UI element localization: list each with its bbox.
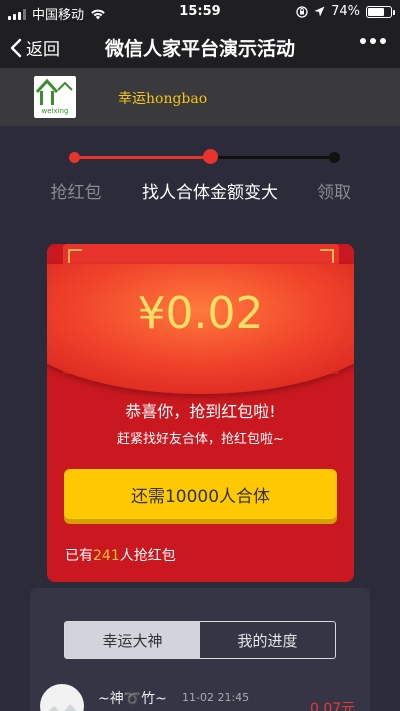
brand-logo: weixing: [34, 76, 76, 118]
step-dot-1: [69, 152, 80, 163]
entry-name: ~神➰竹~: [98, 691, 167, 707]
step-line-todo: [210, 156, 334, 159]
step-dot-2: [203, 149, 218, 164]
orientation-lock-icon: [296, 5, 308, 18]
join-button[interactable]: 还需10000人合体: [64, 469, 337, 519]
battery-icon: [366, 5, 395, 18]
step-dot-3: [329, 152, 340, 163]
participant-count: 已有241人抢红包: [65, 545, 176, 565]
red-packet: ¥0.02 恭喜你，抢到红包啦! 赶紧找好友合体，抢红包啦~ 还需10000人合…: [47, 244, 354, 582]
avatar: [40, 684, 84, 711]
more-dots-icon: [360, 38, 366, 44]
step-label-1: 抢红包: [50, 183, 102, 203]
battery-percent: 74%: [331, 4, 360, 19]
tab-lucky-gods[interactable]: 幸运大神: [65, 622, 200, 658]
invite-prompt: 赶紧找好友合体，抢红包啦~: [117, 432, 284, 447]
nav-bar: 返回 微信人家平台演示活动: [0, 24, 400, 68]
avatar-image-icon: [49, 704, 77, 711]
ranking-tabs: 幸运大神 我的进度: [64, 621, 336, 659]
page-title: 微信人家平台演示活动: [104, 38, 295, 60]
corner-ornament: [68, 249, 82, 263]
count-value: 241: [93, 548, 120, 564]
progress-steps: 抢红包 找人合体金额变大 领取: [0, 126, 400, 216]
entry-time: 11-02 21:45: [182, 691, 250, 704]
tab-my-progress[interactable]: 我的进度: [200, 622, 335, 658]
brand-name: 幸运hongbao: [118, 91, 208, 107]
amount-value: ¥0.02: [137, 288, 264, 339]
brand-banner: weixing 幸运hongbao: [0, 68, 400, 126]
count-prefix: 已有: [65, 548, 93, 564]
location-arrow-icon: [314, 6, 325, 17]
step-label-3: 领取: [317, 183, 351, 203]
ranking-panel: 幸运大神 我的进度 ~神➰竹~ 11-02 21:45 0.07元: [30, 588, 370, 711]
count-suffix: 人抢红包: [119, 548, 176, 564]
congrats-text: 恭喜你，抢到红包啦!: [125, 402, 276, 421]
chevron-left-icon: [10, 38, 22, 57]
logo-text: weixing: [41, 107, 69, 115]
house-logo-icon: [35, 78, 73, 105]
more-button[interactable]: [360, 38, 386, 44]
corner-ornament: [320, 249, 334, 263]
step-line-done: [74, 156, 210, 159]
entry-amount: 0.07元: [310, 701, 356, 711]
back-button[interactable]: 返回: [10, 35, 60, 60]
step-label-2: 找人合体金额变大: [142, 183, 278, 203]
back-label: 返回: [26, 40, 60, 60]
status-bar: 中国移动 15:59 74%: [0, 0, 400, 24]
